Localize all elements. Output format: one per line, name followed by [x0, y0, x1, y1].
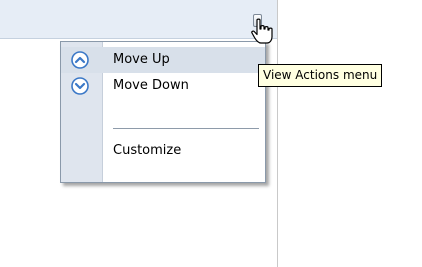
menu-item-move-down[interactable]: Move Down — [61, 73, 265, 99]
chevron-down-circle-icon — [71, 77, 89, 95]
menu-item-label: Move Up — [113, 52, 170, 67]
menu-item-move-up[interactable]: Move Up — [61, 47, 265, 73]
panel-header-bar — [0, 0, 278, 39]
actions-menu: Move Up Move Down Customize — [60, 41, 266, 183]
view-actions-tooltip: View Actions menu — [258, 64, 383, 87]
chevron-up-circle-icon — [71, 51, 89, 69]
menu-separator — [113, 128, 259, 129]
menu-item-customize[interactable]: Customize — [61, 138, 265, 164]
hand-cursor-icon — [251, 18, 273, 44]
menu-item-label: Move Down — [113, 78, 189, 93]
menu-item-label: Customize — [113, 143, 182, 158]
screen: Move Up Move Down Customize View Actions… — [0, 0, 422, 267]
